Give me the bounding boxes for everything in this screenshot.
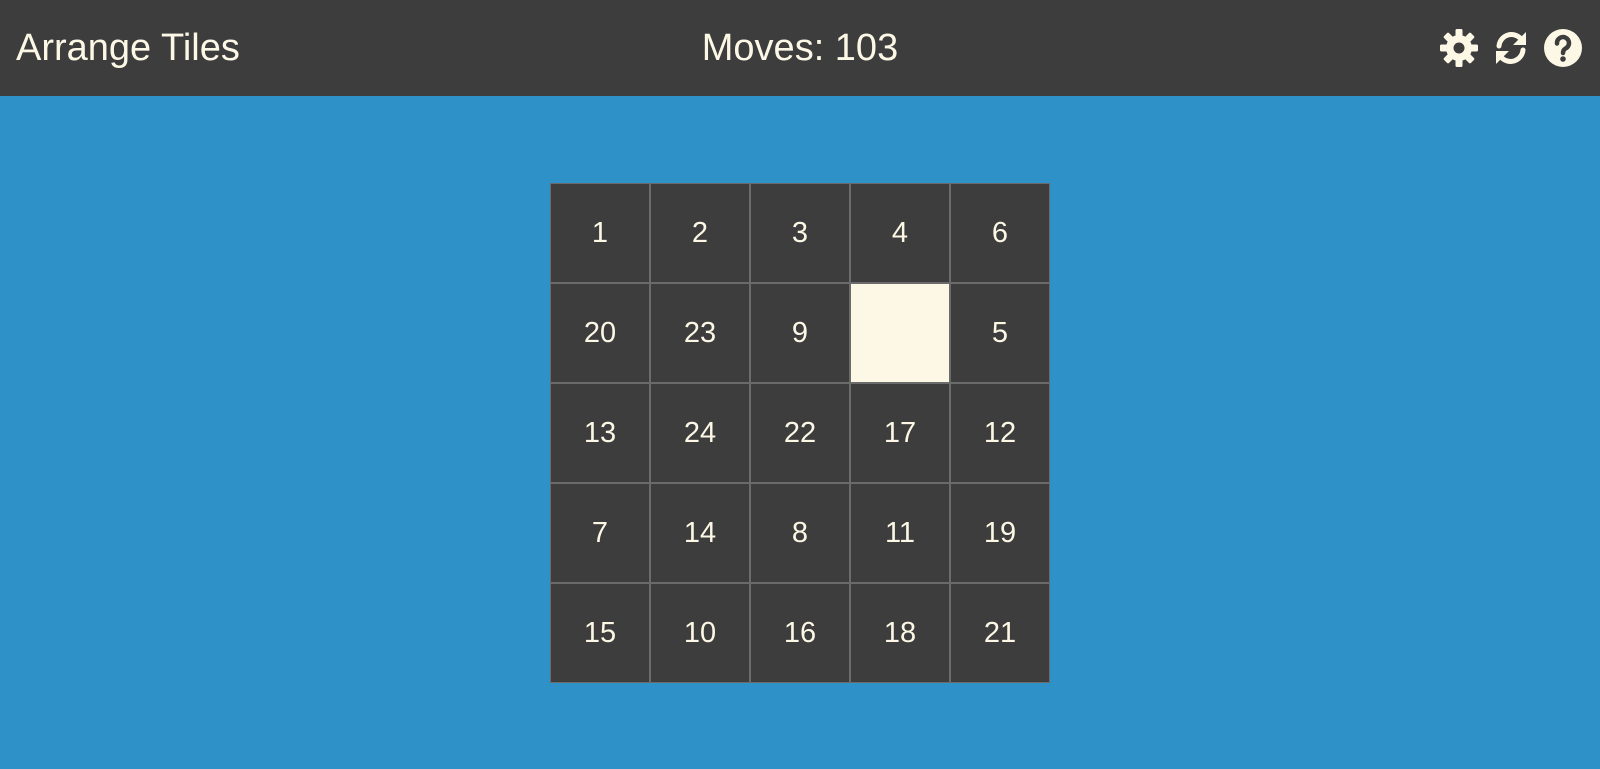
tile-16[interactable]: 16 bbox=[750, 583, 850, 683]
tile-8[interactable]: 8 bbox=[750, 483, 850, 583]
tile-17[interactable]: 17 bbox=[850, 383, 950, 483]
tile-21[interactable]: 21 bbox=[950, 583, 1050, 683]
tile-4[interactable]: 4 bbox=[850, 183, 950, 283]
restart-button[interactable] bbox=[1490, 27, 1532, 69]
tile-13[interactable]: 13 bbox=[550, 383, 650, 483]
puzzle-board: 1 2 3 4 6 20 23 9 5 13 24 22 17 12 7 14 8 11 19 15 10 16 18 21 bbox=[550, 183, 1050, 683]
tile-18[interactable]: 18 bbox=[850, 583, 950, 683]
help-button[interactable] bbox=[1542, 27, 1584, 69]
tile-12[interactable]: 12 bbox=[950, 383, 1050, 483]
tile-11[interactable]: 11 bbox=[850, 483, 950, 583]
tile-7[interactable]: 7 bbox=[550, 483, 650, 583]
tile-22[interactable]: 22 bbox=[750, 383, 850, 483]
tile-2[interactable]: 2 bbox=[650, 183, 750, 283]
tile-9[interactable]: 9 bbox=[750, 283, 850, 383]
tile-3[interactable]: 3 bbox=[750, 183, 850, 283]
gear-icon bbox=[1440, 29, 1478, 67]
refresh-icon bbox=[1496, 32, 1526, 64]
question-circle-icon bbox=[1544, 29, 1582, 67]
tile-6[interactable]: 6 bbox=[950, 183, 1050, 283]
empty-slot bbox=[850, 283, 950, 383]
top-bar: Arrange Tiles Moves: 103 bbox=[0, 0, 1600, 96]
tile-23[interactable]: 23 bbox=[650, 283, 750, 383]
tile-1[interactable]: 1 bbox=[550, 183, 650, 283]
tile-15[interactable]: 15 bbox=[550, 583, 650, 683]
settings-button[interactable] bbox=[1438, 27, 1480, 69]
move-counter: Moves: 103 bbox=[701, 27, 899, 69]
tile-24[interactable]: 24 bbox=[650, 383, 750, 483]
tile-20[interactable]: 20 bbox=[550, 283, 650, 383]
tile-19[interactable]: 19 bbox=[950, 483, 1050, 583]
tile-10[interactable]: 10 bbox=[650, 583, 750, 683]
toolbar bbox=[1438, 28, 1584, 68]
tile-14[interactable]: 14 bbox=[650, 483, 750, 583]
tile-5[interactable]: 5 bbox=[950, 283, 1050, 383]
